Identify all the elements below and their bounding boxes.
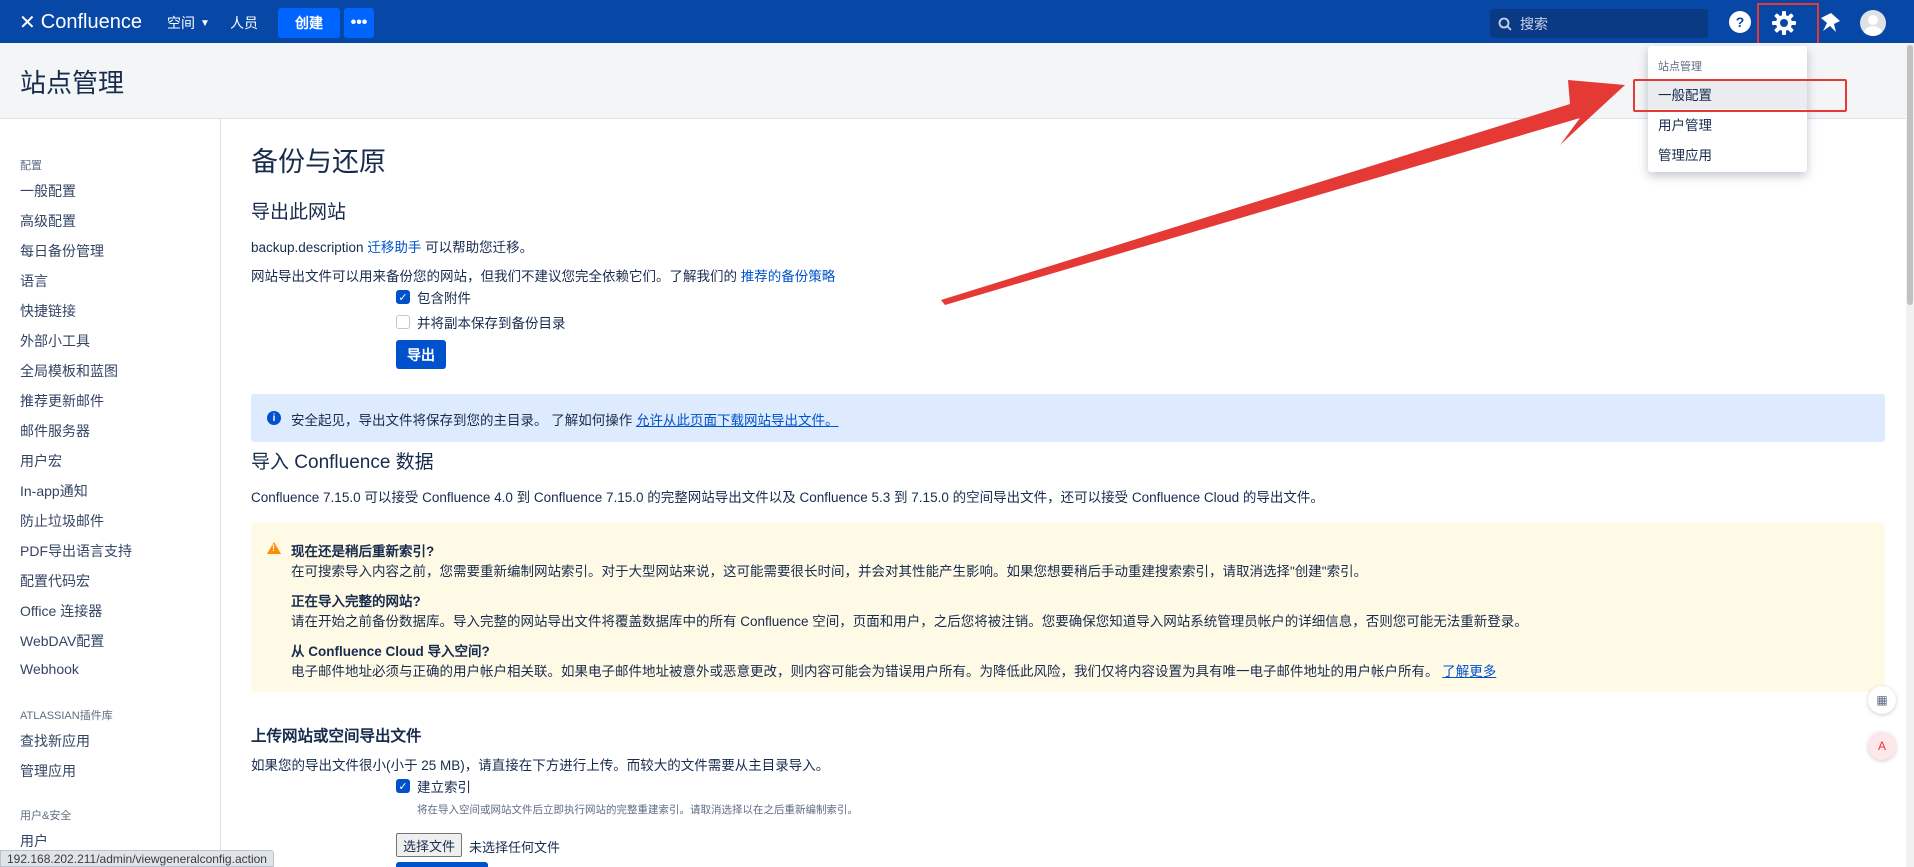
upload-button[interactable]: [396, 862, 488, 867]
build-index-label: 建立索引: [417, 780, 471, 795]
cloud-import-answer: 电子邮件地址必须与正确的用户帐户相关联。如果电子邮件地址被意外或恶意更改，则内容…: [291, 660, 1496, 680]
sidebar-item-inapp-notifications[interactable]: In-app通知: [20, 481, 88, 501]
import-description: Confluence 7.15.0 可以接受 Confluence 4.0 到 …: [251, 490, 1324, 505]
people-link[interactable]: 人员: [230, 13, 258, 33]
sidebar-section-security: 用户&安全: [20, 810, 72, 822]
browser-status-bar: 192.168.202.211/admin/viewgeneralconfig.…: [0, 850, 274, 867]
spaces-label: 空间: [167, 15, 195, 31]
warning-icon: !: [267, 542, 281, 554]
reindex-question: 现在还是稍后重新索引?: [291, 544, 435, 559]
notification-icon[interactable]: [1818, 10, 1844, 36]
sidebar-item-manage-apps[interactable]: 管理应用: [20, 761, 76, 781]
choose-file-button[interactable]: 选择文件: [396, 833, 463, 857]
checkbox-checked-icon: ✓: [396, 290, 410, 304]
confluence-logo-icon: ✕: [19, 11, 36, 34]
page-header: 站点管理: [0, 43, 1914, 119]
checkbox-unchecked-icon: [396, 315, 410, 329]
save-copy-checkbox[interactable]: 并将副本保存到备份目录: [396, 312, 566, 332]
reindex-answer: 在可搜索导入内容之前，您需要重新编制网站索引。对于大型网站来说，这可能需要很长时…: [291, 564, 1368, 579]
backup-restore-heading: 备份与还原: [251, 147, 386, 177]
spaces-menu[interactable]: 空间 ▼: [167, 13, 210, 33]
dropdown-item-manage-apps[interactable]: 管理应用: [1648, 139, 1807, 169]
chevron-down-icon: ▼: [200, 17, 210, 29]
allow-download-link[interactable]: 允许从此页面下载网站导出文件。: [636, 413, 839, 428]
upload-heading: 上传网站或空间导出文件: [251, 728, 422, 745]
migration-assistant-link[interactable]: 迁移助手: [367, 240, 421, 255]
include-attachments-checkbox[interactable]: ✓ 包含附件: [396, 287, 471, 307]
sidebar-item-pdf-language[interactable]: PDF导出语言支持: [20, 541, 132, 561]
cloud-import-question: 从 Confluence Cloud 导入空间?: [291, 644, 490, 659]
save-copy-label: 并将副本保存到备份目录: [417, 316, 566, 331]
sidebar-section-config: 配置: [20, 160, 42, 172]
sidebar-item-users[interactable]: 用户: [20, 831, 48, 851]
more-create-button[interactable]: •••: [344, 8, 374, 38]
backup-strategy-link[interactable]: 推荐的备份策略: [741, 269, 836, 284]
sidebar-section-plugins: ATLASSIAN插件库: [20, 710, 113, 722]
no-file-label: 未选择任何文件: [469, 840, 561, 855]
info-message-text: 安全起见，导出文件将保存到您的主目录。 了解如何操作 允许从此页面下载网站导出文…: [291, 409, 839, 429]
export-warning-text: 网站导出文件可以用来备份您的网站，但我们不建议您完全依赖它们。了解我们的 推荐的…: [251, 265, 835, 285]
page-title: 站点管理: [20, 68, 125, 98]
apps-grid-icon[interactable]: ▦: [1868, 686, 1896, 714]
info-message-panel: i 安全起见，导出文件将保存到您的主目录。 了解如何操作 允许从此页面下载网站导…: [251, 394, 1885, 442]
sidebar-item-find-apps[interactable]: 查找新应用: [20, 731, 90, 751]
learn-more-link[interactable]: 了解更多: [1442, 664, 1496, 679]
create-button[interactable]: 创建: [278, 8, 340, 38]
sidebar-item-office-connector[interactable]: Office 连接器: [20, 601, 102, 621]
sidebar-item-user-macros[interactable]: 用户宏: [20, 451, 62, 471]
include-attachments-label: 包含附件: [417, 291, 471, 306]
export-desc-suffix: 可以帮助您迁移。: [425, 240, 534, 255]
sidebar-item-recommended-email[interactable]: 推荐更新邮件: [20, 391, 104, 411]
import-heading: 导入 Confluence 数据: [251, 452, 434, 473]
cloud-import-body: 电子邮件地址必须与正确的用户帐户相关联。如果电子邮件地址被意外或恶意更改，则内容…: [291, 664, 1439, 679]
full-import-question: 正在导入完整的网站?: [291, 594, 421, 609]
export-description: backup.description 迁移助手 可以帮助您迁移。: [251, 236, 533, 256]
user-avatar-icon: [1863, 15, 1883, 36]
export-warning-body: 网站导出文件可以用来备份您的网站，但我们不建议您完全依赖它们。了解我们的: [251, 269, 737, 284]
checkbox-checked-icon: ✓: [396, 779, 410, 793]
sidebar-item-general-config[interactable]: 一般配置: [20, 181, 76, 201]
search-input[interactable]: 搜索: [1490, 9, 1708, 38]
info-message-body: 安全起见，导出文件将保存到您的主目录。 了解如何操作: [291, 413, 633, 428]
sidebar-item-spam-prevention[interactable]: 防止垃圾邮件: [20, 511, 104, 531]
upload-description: 如果您的导出文件很小(小于 25 MB)，请直接在下方进行上传。而较大的文件需要…: [251, 758, 830, 773]
sidebar-item-advanced-config[interactable]: 高级配置: [20, 211, 76, 231]
sidebar-item-webdav[interactable]: WebDAV配置: [20, 631, 104, 651]
confluence-logo[interactable]: ✕ Confluence: [19, 10, 142, 34]
dropdown-item-user-management[interactable]: 用户管理: [1648, 109, 1807, 139]
admin-sidebar: 配置 一般配置 高级配置 每日备份管理 语言 快捷链接 外部小工具 全局模板和蓝…: [0, 119, 221, 867]
export-button[interactable]: 导出: [396, 340, 446, 369]
sidebar-item-code-macro[interactable]: 配置代码宏: [20, 571, 90, 591]
full-import-answer: 请在开始之前备份数据库。导入完整的网站导出文件将覆盖数据库中的所有 Conflu…: [291, 614, 1528, 629]
avatar[interactable]: [1860, 10, 1886, 36]
top-navigation: ✕ Confluence 空间 ▼ 人员 创建 ••• 搜索 ?: [0, 0, 1914, 43]
general-config-annotation-box: [1633, 79, 1847, 112]
export-desc-prefix: backup.description: [251, 240, 364, 255]
help-icon[interactable]: ?: [1729, 11, 1751, 33]
translate-icon[interactable]: A: [1868, 732, 1896, 760]
warning-panel: ! 现在还是稍后重新索引? 在可搜索导入内容之前，您需要重新编制网站索引。对于大…: [251, 523, 1885, 692]
sidebar-item-webhook[interactable]: Webhook: [20, 661, 79, 677]
sidebar-item-mail-servers[interactable]: 邮件服务器: [20, 421, 90, 441]
sidebar-item-external-gadgets[interactable]: 外部小工具: [20, 331, 90, 351]
build-index-hint: 将在导入空间或网站文件后立即执行网站的完整重建索引。请取消选择以在之后重新编制索…: [417, 804, 858, 816]
sidebar-item-language[interactable]: 语言: [20, 271, 48, 291]
confluence-logo-text: Confluence: [40, 10, 142, 33]
build-index-checkbox[interactable]: ✓ 建立索引: [396, 776, 471, 796]
sidebar-item-global-templates[interactable]: 全局模板和蓝图: [20, 361, 118, 381]
search-icon: [1498, 17, 1512, 31]
scrollbar-thumb[interactable]: [1907, 45, 1913, 305]
search-placeholder: 搜索: [1520, 15, 1548, 32]
sidebar-item-shortcut-links[interactable]: 快捷链接: [20, 301, 76, 321]
export-site-heading: 导出此网站: [251, 202, 347, 223]
info-icon: i: [267, 411, 281, 425]
dropdown-header: 站点管理: [1658, 61, 1702, 73]
sidebar-item-daily-backup[interactable]: 每日备份管理: [20, 241, 104, 261]
